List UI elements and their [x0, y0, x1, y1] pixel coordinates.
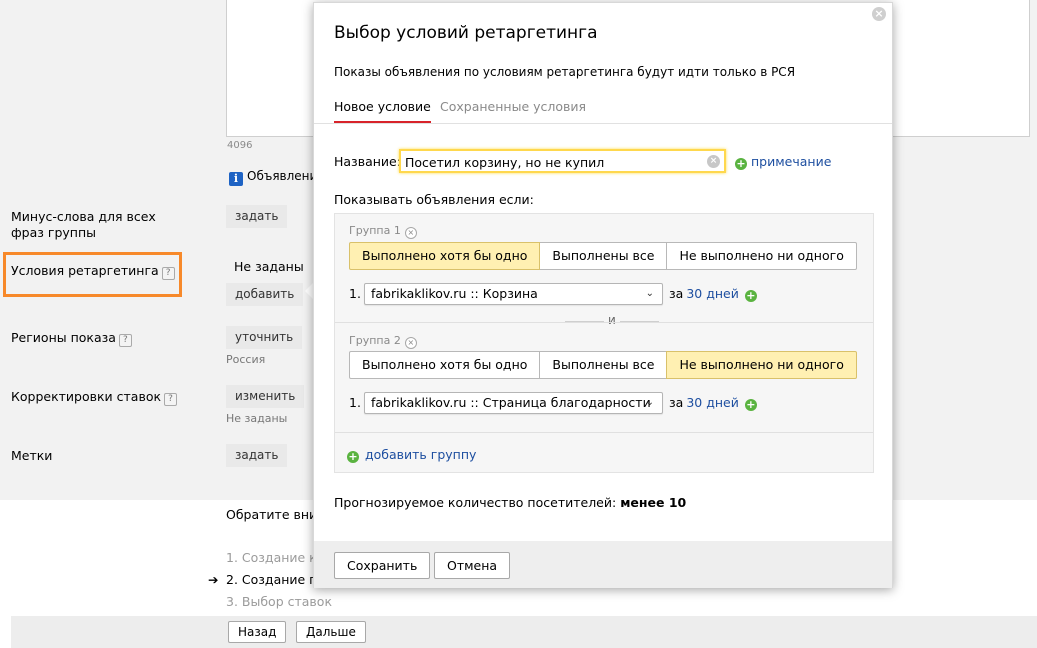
group-1-option-all[interactable]: Выполнены все [539, 242, 668, 270]
back-button[interactable]: Назад [228, 621, 287, 643]
group-title-text: Группа 2 [349, 334, 401, 347]
group-1-option-any[interactable]: Выполнено хотя бы одно [349, 242, 541, 270]
show-if-label: Показывать объявления если: [334, 192, 534, 207]
group-2-option-none[interactable]: Не выполнено ни одного [666, 351, 857, 379]
plus-icon: + [735, 157, 747, 170]
name-input[interactable] [405, 153, 705, 171]
notice-text: Обратите вним [226, 507, 327, 522]
goal-select-value: fabrikaklikov.ru :: Страница благодарнос… [371, 395, 651, 410]
help-icon[interactable]: ? [164, 393, 178, 406]
condition-period: за 30 дней + [669, 395, 757, 411]
retargeting-add-button[interactable]: добавить [226, 283, 304, 306]
info-line: i Объявлени [229, 169, 317, 186]
name-label: Название: [334, 154, 401, 169]
regions-label-text: Регионы показа [11, 330, 116, 345]
info-icon: i [229, 172, 243, 186]
tags-set-button[interactable]: задать [226, 444, 288, 467]
retargeting-value: Не заданы [234, 259, 304, 274]
and-separator: и [565, 313, 659, 328]
group-2-goal-select[interactable]: fabrikaklikov.ru :: Страница благодарнос… [364, 392, 663, 414]
groups-container: Группа 1 × Выполнено хотя бы одно Выполне… [334, 213, 874, 473]
char-counter: 4096 [227, 140, 253, 151]
page-footer [11, 616, 1037, 648]
cancel-button[interactable]: Отмена [434, 552, 511, 579]
save-button[interactable]: Сохранить [334, 552, 431, 579]
group-title-text: Группа 1 [349, 224, 401, 237]
clear-icon[interactable]: × [707, 155, 720, 168]
for-label: за [669, 395, 684, 410]
chevron-down-icon: ⌄ [645, 288, 654, 299]
group-2-mode-selector: Выполнено хотя бы одно Выполнены все Не … [349, 351, 857, 379]
group-1-days-link[interactable]: 30 дней [686, 286, 739, 301]
forecast-line: Прогнозируемое количество посетителей: м… [334, 495, 686, 510]
bid-adjust-label-text: Корректировки ставок [11, 389, 162, 404]
tab-new-condition[interactable]: Новое условие [334, 99, 431, 123]
next-button[interactable]: Дальше [296, 621, 366, 643]
group-title: Группа 2 × [349, 334, 417, 349]
group-divider [335, 322, 873, 323]
group-2-option-all[interactable]: Выполнены все [539, 351, 668, 379]
regions-label: Регионы показа? [11, 330, 132, 347]
modal-subtitle: Показы объявления по условиям ретаргетин… [334, 65, 796, 79]
arrow-right-icon: ➔ [208, 572, 219, 587]
step-current-text: 2. Создание гр [226, 572, 324, 587]
modal-title: Выбор условий ретаргетинга [334, 23, 598, 43]
add-condition-icon[interactable]: + [744, 399, 757, 411]
tags-label: Метки [11, 448, 53, 463]
group-1-condition: 1. fabrikaklikov.ru :: Корзина ⌄ за 30 дн… [349, 283, 769, 305]
add-group-link[interactable]: + добавить группу [347, 447, 476, 463]
add-note-link[interactable]: + примечание [735, 154, 831, 170]
name-field: × [399, 149, 726, 173]
group-1-goal-select[interactable]: fabrikaklikov.ru :: Корзина ⌄ [364, 283, 663, 305]
and-label: и [604, 313, 620, 327]
retargeting-highlight [3, 252, 182, 297]
modal-footer: Сохранить Отмена [314, 541, 892, 588]
group-1-option-none[interactable]: Не выполнено ни одного [666, 242, 857, 270]
condition-period: за 30 дней + [669, 286, 757, 302]
add-condition-icon[interactable]: + [744, 290, 757, 302]
for-label: за [669, 286, 684, 301]
bid-adjust-label: Корректировки ставок? [11, 389, 178, 406]
bid-adjust-value: Не заданы [226, 412, 288, 425]
group-2-option-any[interactable]: Выполнено хотя бы одно [349, 351, 541, 379]
regions-refine-button[interactable]: уточнить [226, 326, 303, 349]
plus-icon: + [347, 450, 359, 463]
chevron-down-icon: ⌄ [645, 397, 654, 408]
step-item: 3. Выбор ставок [226, 594, 332, 609]
modal-tabs: Новое условие Сохраненные условия [314, 96, 892, 124]
remove-group-icon[interactable]: × [404, 227, 417, 239]
condition-number: 1. [349, 395, 361, 410]
condition-number: 1. [349, 286, 361, 301]
remove-group-icon[interactable]: × [404, 337, 417, 349]
group-divider [335, 432, 873, 433]
forecast-value: менее 10 [620, 495, 687, 510]
regions-value: Россия [226, 353, 266, 366]
help-icon[interactable]: ? [118, 334, 132, 347]
minus-words-set-button[interactable]: задать [226, 205, 288, 228]
group-title: Группа 1 × [349, 224, 417, 239]
minus-words-label: Минус-слова для всех фраз группы [11, 209, 156, 240]
bid-adjust-change-button[interactable]: изменить [226, 385, 305, 408]
group-2-condition: 1. fabrikaklikov.ru :: Страница благодар… [349, 392, 769, 414]
close-icon[interactable]: × [872, 7, 886, 21]
retargeting-modal: × Выбор условий ретаргетинга Показы объя… [313, 2, 893, 588]
add-group-text: добавить группу [365, 447, 477, 462]
goal-select-value: fabrikaklikov.ru :: Корзина [371, 286, 538, 301]
group-2-days-link[interactable]: 30 дней [686, 395, 739, 410]
forecast-label: Прогнозируемое количество посетителей: [334, 495, 617, 510]
note-link-text: примечание [751, 154, 832, 169]
group-1-mode-selector: Выполнено хотя бы одно Выполнены все Не … [349, 242, 857, 270]
tab-saved-conditions[interactable]: Сохраненные условия [440, 99, 586, 114]
info-text: Объявлени [247, 169, 318, 183]
